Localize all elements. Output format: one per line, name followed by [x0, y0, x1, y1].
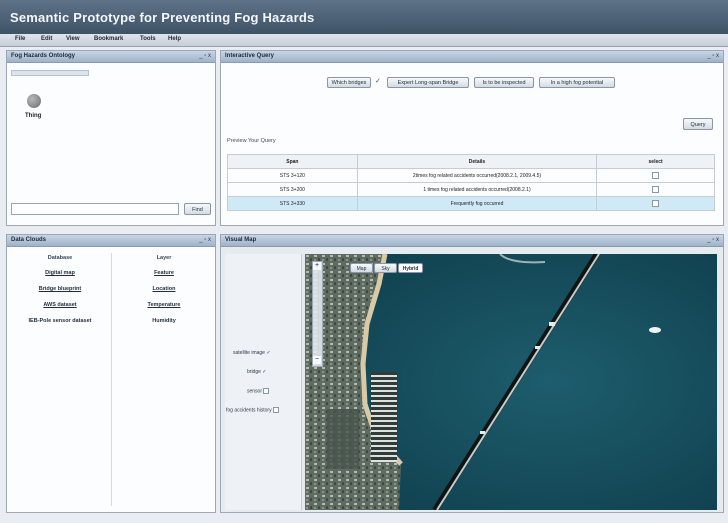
ontology-panel-controls[interactable]: _ ▫ x: [199, 53, 211, 59]
thing-node-label: Thing: [25, 113, 42, 119]
ontology-panel: Fog Hazards Ontology _ ▫ x Thing Find: [6, 50, 216, 226]
layer-item-feature[interactable]: Feature: [115, 270, 213, 276]
column-header-details: Details: [356, 154, 598, 169]
query-button[interactable]: Query: [683, 118, 713, 130]
data-clouds-panel-controls[interactable]: _ ▫ x: [199, 237, 211, 243]
layer-label: fog accidents history: [226, 407, 272, 414]
preview-query-label: Preview Your Query: [227, 138, 276, 144]
menu-edit[interactable]: Edit: [41, 36, 52, 42]
layer-label: bridge: [247, 369, 261, 375]
chip-check-icon: ✓: [375, 78, 381, 85]
data-clouds-body: Database Digital map Bridge blueprint AW…: [7, 247, 215, 512]
database-header: Database: [47, 255, 73, 261]
column-header-select: select: [596, 154, 715, 169]
map-type-sky[interactable]: Sky: [374, 263, 397, 273]
query-panel: Interactive Query _ ▫ x Which bridges ✓ …: [220, 50, 724, 226]
visual-map-panel: Visual Map _ ▫ x satellite image ✓ bridg…: [220, 234, 724, 513]
harbor-docks: [371, 372, 397, 462]
zoom-slider[interactable]: [312, 261, 323, 367]
database-item-ieb-pole-sensor[interactable]: IEB-Pole sensor dataset: [11, 318, 109, 324]
checked-icon: ✓: [266, 350, 271, 356]
checked-icon: ✓: [262, 369, 267, 375]
row-span: STS 3+330: [227, 196, 358, 211]
visual-map-body: satellite image ✓ bridge ✓ sensor fog ac…: [221, 247, 723, 512]
app-titlebar: Semantic Prototype for Preventing Fog Ha…: [0, 0, 728, 34]
row-details: Frequently fog occurred: [356, 196, 598, 211]
layer-label: sensor: [247, 388, 263, 395]
bridge-pylon: [480, 431, 485, 434]
layer-label: satellite image: [233, 350, 265, 356]
database-column: Database Digital map Bridge blueprint AW…: [11, 255, 109, 334]
query-panel-title: Interactive Query: [225, 53, 275, 59]
ontology-panel-title: Fog Hazards Ontology: [11, 53, 76, 59]
query-chip-inspected[interactable]: Is to be inspected: [474, 77, 534, 88]
zoom-out-button[interactable]: −: [313, 356, 321, 364]
bridge-pylon: [549, 322, 555, 326]
menu-tools[interactable]: Tools: [140, 36, 156, 42]
unchecked-icon: [263, 388, 270, 394]
table-row[interactable]: STS 3+120 2times fog related accidents o…: [227, 168, 715, 183]
column-header-span: Span: [227, 154, 358, 169]
thing-node-icon[interactable]: [27, 94, 41, 108]
row-details: 2times fog related accidents occurred(20…: [356, 168, 598, 183]
layer-toggle-satellite[interactable]: satellite image ✓: [233, 350, 271, 356]
map-layer-list: satellite image ✓ bridge ✓ sensor fog ac…: [225, 254, 302, 510]
menu-file[interactable]: File: [15, 36, 25, 42]
query-chip-which-bridges[interactable]: Which bridges: [327, 77, 371, 88]
data-clouds-panel-title: Data Clouds: [11, 237, 47, 243]
data-clouds-panel-header: Data Clouds _ ▫ x: [7, 235, 215, 247]
visual-map-panel-controls[interactable]: _ ▫ x: [707, 237, 719, 243]
layer-item-temperature[interactable]: Temperature: [115, 302, 213, 308]
ship: [649, 327, 661, 333]
query-body: Which bridges ✓ Expert Long-span Bridge …: [221, 63, 723, 225]
bridge-pylon: [535, 346, 540, 349]
layer-header: Layer: [156, 255, 172, 261]
database-item-digital-map[interactable]: Digital map: [11, 270, 109, 276]
layer-item-location[interactable]: Location: [115, 286, 213, 292]
layer-column: Layer Feature Location Temperature Humid…: [115, 255, 213, 334]
table-header-row: Span Details select: [227, 154, 715, 169]
row-span: STS 3+200: [227, 182, 358, 197]
ontology-tab-strip: [11, 70, 89, 76]
map-type-hybrid[interactable]: Hybrid: [398, 263, 423, 273]
query-panel-header: Interactive Query _ ▫ x: [221, 51, 723, 63]
row-details: 1 times fog related accidents occurred(2…: [356, 182, 598, 197]
layer-toggle-fog-accidents[interactable]: fog accidents history: [226, 407, 279, 413]
menu-bookmark[interactable]: Bookmark: [94, 36, 123, 42]
layer-item-humidity[interactable]: Humidity: [115, 318, 213, 324]
database-item-aws-dataset[interactable]: AWS dataset: [11, 302, 109, 308]
data-clouds-panel: Data Clouds _ ▫ x Database Digital map B…: [6, 234, 216, 513]
visual-map-panel-header: Visual Map _ ▫ x: [221, 235, 723, 247]
find-button[interactable]: Find: [184, 203, 211, 215]
map-type-map[interactable]: Map: [350, 263, 373, 273]
table-row[interactable]: STS 3+200 1 times fog related accidents …: [227, 182, 715, 197]
table-row-selected[interactable]: STS 3+330 Frequently fog occurred: [227, 196, 715, 211]
query-chip-long-span-bridge[interactable]: Expert Long-span Bridge: [387, 77, 469, 88]
row-select-checkbox[interactable]: [652, 186, 660, 193]
app-title: Semantic Prototype for Preventing Fog Ha…: [10, 10, 315, 25]
urban-block: [327, 409, 359, 469]
menu-help[interactable]: Help: [168, 36, 181, 42]
visual-map-panel-title: Visual Map: [225, 237, 257, 243]
zoom-in-button[interactable]: +: [313, 262, 321, 270]
menu-bar: File Edit View Bookmark Tools Help: [0, 34, 728, 47]
ontology-panel-header: Fog Hazards Ontology _ ▫ x: [7, 51, 215, 63]
ontology-canvas[interactable]: Thing Find: [7, 63, 215, 225]
row-select-checkbox[interactable]: [652, 200, 660, 207]
query-results-table: Span Details select STS 3+120 2times fog…: [227, 154, 715, 211]
query-chip-high-fog[interactable]: In a high fog potential: [539, 77, 615, 88]
layer-toggle-bridge[interactable]: bridge ✓: [247, 369, 267, 375]
ontology-find-input[interactable]: [11, 203, 179, 215]
row-span: STS 3+120: [227, 168, 358, 183]
unchecked-icon: [272, 407, 279, 413]
query-panel-controls[interactable]: _ ▫ x: [707, 53, 719, 59]
layer-toggle-sensor[interactable]: sensor: [247, 388, 270, 395]
row-select-checkbox[interactable]: [652, 172, 660, 179]
column-divider: [111, 253, 112, 506]
satellite-map[interactable]: [305, 254, 717, 510]
menu-view[interactable]: View: [66, 36, 80, 42]
database-item-bridge-blueprint[interactable]: Bridge blueprint: [11, 286, 109, 292]
